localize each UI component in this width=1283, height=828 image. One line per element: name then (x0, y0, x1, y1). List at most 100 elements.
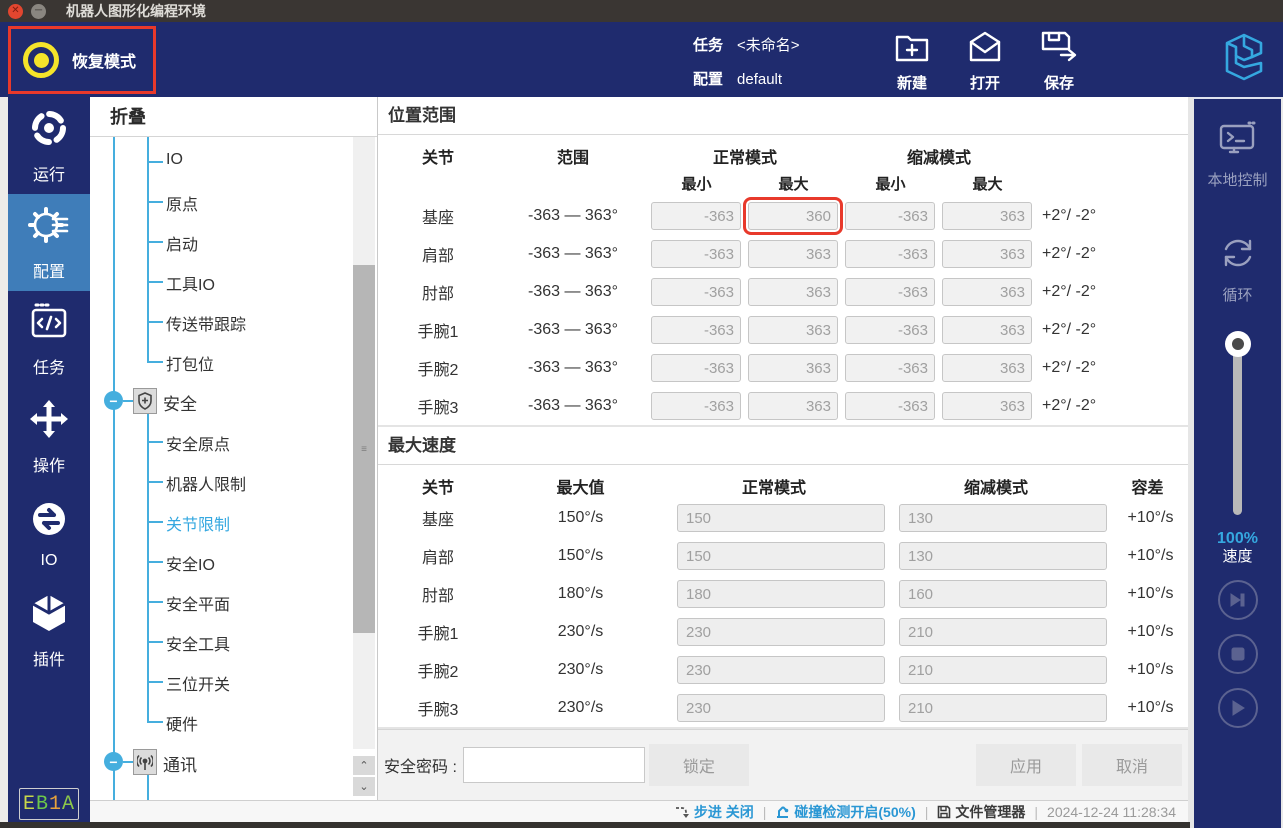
step-forward-button[interactable] (1218, 580, 1258, 620)
reduced-min-input[interactable] (845, 316, 935, 344)
col-header-range: 范围 (498, 144, 648, 168)
normal-min-input[interactable] (651, 240, 741, 268)
sidebar-item-task[interactable]: 任务 (8, 291, 90, 388)
reduced-min-input[interactable] (845, 392, 935, 420)
stop-button[interactable] (1218, 634, 1258, 674)
reduced-max-input[interactable] (942, 316, 1032, 344)
spd-col-normal: 正常模式 (663, 474, 885, 498)
right-control-sidebar: 本地控制 循环 100% 速度 (1194, 97, 1281, 828)
collision-status[interactable]: 碰撞检测开启(50%) (775, 802, 915, 822)
speed-slider-knob[interactable] (1225, 331, 1251, 357)
sidebar-item-io[interactable]: IO (8, 485, 90, 582)
tree-item-安全IO[interactable]: 安全IO (166, 551, 215, 575)
loop-button[interactable]: 循环 (1216, 232, 1260, 305)
reduced-speed-input[interactable] (899, 694, 1107, 722)
cancel-button[interactable]: 取消 (1082, 744, 1182, 786)
tree-scrollbar-thumb[interactable]: ≡ (353, 265, 375, 633)
tree-item-安全平面[interactable]: 安全平面 (166, 591, 230, 615)
normal-min-input[interactable] (651, 202, 741, 230)
reduced-max-input[interactable] (942, 354, 1032, 382)
tree-scrollbar[interactable]: ≡ (353, 137, 375, 749)
open-button[interactable]: 打开 (966, 29, 1004, 93)
normal-max-input[interactable] (748, 392, 838, 420)
sidebar-item-run[interactable]: 运行 (8, 97, 90, 194)
tree-item-硬件[interactable]: 硬件 (166, 711, 198, 735)
reduced-speed-input[interactable] (899, 504, 1107, 532)
step-status[interactable]: 步进 关闭 (674, 802, 754, 822)
normal-speed-input[interactable] (677, 504, 885, 532)
close-icon[interactable]: ✕ (8, 4, 23, 19)
normal-max-input[interactable] (748, 240, 838, 268)
reduced-max-input[interactable] (942, 240, 1032, 268)
reduced-min-input[interactable] (845, 240, 935, 268)
tree-item-三位开关[interactable]: 三位开关 (166, 671, 230, 695)
sidebar-item-config[interactable]: 配置 (8, 194, 90, 291)
max-value: 230°/s (498, 661, 663, 679)
tolerance-value: +2°/ -2° (1036, 359, 1188, 377)
reduced-speed-input[interactable] (899, 618, 1107, 646)
spd-col-max: 最大值 (498, 474, 663, 498)
normal-speed-input[interactable] (677, 694, 885, 722)
reduced-max-input[interactable] (942, 278, 1032, 306)
speed-slider-track[interactable] (1233, 343, 1242, 515)
tree-item-原点[interactable]: 原点 (166, 191, 198, 215)
play-button[interactable] (1218, 688, 1258, 728)
collapse-minus-icon[interactable]: − (104, 391, 123, 410)
safety-password-input[interactable] (463, 747, 645, 783)
normal-speed-input[interactable] (677, 618, 885, 646)
reduced-min-input[interactable] (845, 354, 935, 382)
tree-item-启动[interactable]: 启动 (166, 231, 198, 255)
stop-icon (1230, 646, 1246, 662)
max-value: 230°/s (498, 699, 663, 717)
bottom-window-edge (0, 822, 1190, 828)
tree-item-安全工具[interactable]: 安全工具 (166, 631, 230, 655)
normal-speed-input[interactable] (677, 580, 885, 608)
reduced-min-input[interactable] (845, 202, 935, 230)
cube-icon (28, 592, 70, 639)
tree-scroll-up-icon[interactable]: ⌃ (353, 756, 375, 775)
tree-item-通讯[interactable]: 通讯 (163, 751, 197, 776)
normal-min-input[interactable] (651, 354, 741, 382)
reduced-speed-input[interactable] (899, 580, 1107, 608)
tree-collapse-header[interactable]: 折叠 (90, 97, 377, 137)
tree-item-安全原点[interactable]: 安全原点 (166, 431, 230, 455)
lock-button[interactable]: 锁定 (649, 744, 749, 786)
position-range-row-手腕3: 手腕3-363 — 363°+2°/ -2° (378, 387, 1188, 425)
tree-item-安全[interactable]: 安全 (163, 390, 197, 415)
reduced-max-input[interactable] (942, 202, 1032, 230)
normal-max-input[interactable] (748, 202, 838, 230)
tree-item-打包位[interactable]: 打包位 (166, 351, 214, 375)
normal-speed-input[interactable] (677, 656, 885, 684)
max-value: 150°/s (498, 509, 663, 527)
minimize-icon[interactable]: ─ (31, 4, 46, 19)
tree-item-工具IO[interactable]: 工具IO (166, 271, 215, 295)
normal-min-input[interactable] (651, 392, 741, 420)
app-header: 恢复模式 任务 <未命名> 配置 default 新建 打开 保 (0, 22, 1283, 97)
reduced-speed-input[interactable] (899, 656, 1107, 684)
tree-item-关节限制[interactable]: 关节限制 (166, 511, 230, 535)
reduced-max-input[interactable] (942, 392, 1032, 420)
new-button[interactable]: 新建 (893, 29, 931, 93)
normal-min-input[interactable] (651, 316, 741, 344)
normal-min-input[interactable] (651, 278, 741, 306)
sidebar-item-plugin[interactable]: 插件 (8, 582, 90, 679)
tree-item-IO[interactable]: IO (166, 151, 183, 169)
recovery-mode-indicator[interactable]: 恢复模式 (8, 26, 156, 94)
tree-scroll-down-icon[interactable]: ⌄ (353, 777, 375, 796)
sidebar-item-operate[interactable]: 操作 (8, 388, 90, 485)
joint-name: 手腕1 (378, 318, 498, 342)
reduced-speed-input[interactable] (899, 542, 1107, 570)
reduced-min-input[interactable] (845, 278, 935, 306)
save-button[interactable]: 保存 (1039, 29, 1079, 93)
normal-max-input[interactable] (748, 278, 838, 306)
tree-item-机器人限制[interactable]: 机器人限制 (166, 471, 246, 495)
tree-item-传送带跟踪[interactable]: 传送带跟踪 (166, 311, 246, 335)
file-manager-status[interactable]: 文件管理器 (937, 802, 1025, 822)
collapse-minus-icon[interactable]: − (104, 752, 123, 771)
local-control-button[interactable]: 本地控制 (1207, 119, 1267, 190)
file-manager-disk-icon (937, 805, 951, 819)
normal-max-input[interactable] (748, 316, 838, 344)
normal-speed-input[interactable] (677, 542, 885, 570)
apply-button[interactable]: 应用 (976, 744, 1076, 786)
normal-max-input[interactable] (748, 354, 838, 382)
